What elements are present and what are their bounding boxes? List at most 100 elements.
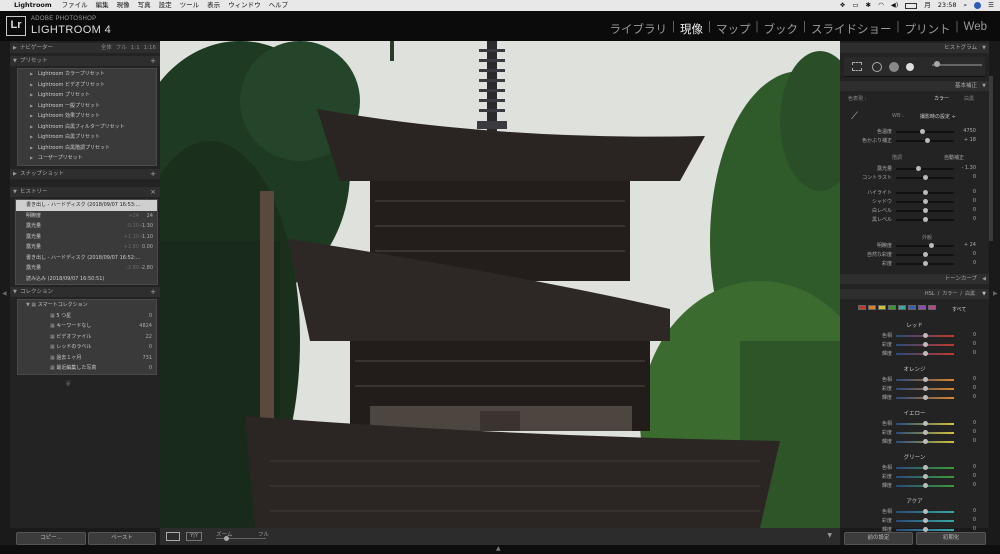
slider-thumb[interactable] (922, 395, 928, 400)
clear-history-icon[interactable]: × (150, 187, 156, 197)
navigator-zoom-option[interactable]: 全体 (101, 45, 112, 51)
histogram-header[interactable]: ヒストグラム ▼ (840, 43, 989, 53)
slider-thumb[interactable] (922, 465, 928, 470)
hsl-slider-track[interactable] (896, 439, 954, 444)
treatment-bw[interactable]: 白黒 (964, 95, 974, 102)
navigator-header[interactable]: ▶ ナビゲーター 全体 フル 1:1 1:16 (10, 43, 160, 53)
slider-track[interactable] (896, 190, 954, 195)
history-step[interactable]: 書き出し - ハードディスク (2018/09/07 16:53:... (16, 200, 157, 211)
snapshot-header[interactable]: ▶ スナップショット + (10, 169, 160, 179)
module-1[interactable]: 現像 (675, 21, 708, 37)
slider-track[interactable] (896, 166, 954, 171)
color-swatch[interactable] (868, 305, 876, 310)
slider-thumb[interactable] (922, 377, 928, 382)
hsl-slider-track[interactable] (896, 351, 954, 356)
preset-folder[interactable]: ▶ Lightroom プリセット (18, 90, 156, 101)
reset-button[interactable]: 初期化 (916, 532, 986, 545)
right-panel-scrollbar[interactable] (989, 76, 993, 241)
history-step[interactable]: 露光量 +2.80 0.00 (16, 242, 157, 253)
preset-folder[interactable]: ▶ Lightroom カラープリセット (18, 69, 156, 80)
copy-button[interactable]: コピー... (16, 532, 86, 545)
slider-thumb[interactable] (922, 518, 928, 523)
navigator-zoom-option[interactable]: 1:1 (131, 45, 140, 51)
smart-collection-item[interactable]: ▦ 最近編集した写真 0 (18, 363, 156, 374)
smart-collection-item[interactable]: ▦ レッドのラベル 0 (18, 342, 156, 353)
menu-item[interactable]: 写真 (138, 0, 151, 11)
previous-button[interactable]: 前の設定 (844, 532, 913, 545)
slider-thumb[interactable] (922, 333, 928, 338)
slider-thumb[interactable] (922, 199, 928, 204)
slider-track[interactable] (896, 243, 954, 248)
navigator-zoom-option[interactable]: 1:16 (144, 45, 156, 51)
slider-track[interactable] (896, 217, 954, 222)
tonecurve-header[interactable]: トーンカーブ ◀ (840, 274, 989, 284)
hsl-tab[interactable]: HSL (925, 291, 935, 297)
slider-thumb[interactable] (922, 190, 928, 195)
history-step[interactable]: 書き出し - ハードディスク (2018/09/07 16:52:... (16, 253, 157, 264)
red-eye-icon[interactable] (889, 62, 899, 72)
add-preset-icon[interactable]: + (150, 56, 156, 66)
hsl-slider-track[interactable] (896, 527, 954, 532)
paste-button[interactable]: ペースト (88, 532, 156, 545)
hsl-slider-track[interactable] (896, 509, 954, 514)
color-swatch[interactable] (918, 305, 926, 310)
module-5[interactable]: プリント (900, 21, 956, 37)
history-step[interactable]: 露光量 -0.20 -1.30 (16, 221, 157, 232)
slider-track[interactable] (896, 261, 954, 266)
slider-thumb[interactable] (922, 175, 928, 180)
smart-collection-item[interactable]: ▦ 5 つ星 0 (18, 311, 156, 322)
slider-thumb[interactable] (922, 261, 928, 266)
radial-filter-icon[interactable] (906, 63, 914, 71)
menu-item[interactable]: 編集 (96, 0, 109, 11)
navigator-zoom-option[interactable]: フル (116, 45, 127, 51)
hsl-slider-track[interactable] (896, 430, 954, 435)
wb-select[interactable]: 撮影時の設定 ÷ (920, 113, 956, 120)
bluetooth-icon[interactable]: ✱ (866, 0, 871, 11)
hsl-slider-track[interactable] (896, 421, 954, 426)
history-step[interactable]: 露光量 +1.10 -1.10 (16, 232, 157, 243)
auto-tone-button[interactable]: 自動補正 (944, 154, 964, 161)
slider-track[interactable] (896, 208, 954, 213)
hsl-slider-track[interactable] (896, 395, 954, 400)
color-swatch[interactable] (858, 305, 866, 310)
hsl-header[interactable]: HSL / カラー / 白黒 ▼ (840, 289, 989, 299)
presets-header[interactable]: ▼ プリセット + (10, 56, 160, 66)
hsl-slider-track[interactable] (896, 333, 954, 338)
add-collection-icon[interactable]: + (150, 287, 156, 297)
slider-thumb[interactable] (922, 208, 928, 213)
menu-time[interactable]: 23:58 (938, 0, 957, 11)
list-icon[interactable]: ☰ (988, 0, 994, 11)
menu-item[interactable]: ウィンドウ (228, 0, 261, 11)
add-snapshot-icon[interactable]: + (150, 169, 156, 179)
history-step[interactable]: 明瞭度 +24 24 (16, 211, 157, 222)
slider-thumb[interactable] (929, 243, 935, 248)
menu-item[interactable]: 現像 (117, 0, 130, 11)
preset-folder[interactable]: ▶ Lightroom 白黒階調プリセット (18, 143, 156, 154)
history-step[interactable]: 読み込み (2018/09/07 16:50:51) (16, 274, 157, 285)
basic-header[interactable]: 基本補正 ▼ (840, 81, 989, 91)
left-panel-toggle-icon[interactable]: ◀ (2, 290, 7, 297)
hsl-tab[interactable]: 白黒 (965, 291, 975, 297)
slider-thumb[interactable] (922, 509, 928, 514)
history-header[interactable]: ▼ ヒストリー × (10, 187, 160, 197)
color-swatch[interactable] (898, 305, 906, 310)
slider-thumb[interactable] (922, 483, 928, 488)
slider-thumb[interactable] (922, 386, 928, 391)
hsl-slider-track[interactable] (896, 386, 954, 391)
menu-item[interactable]: 表示 (207, 0, 220, 11)
color-swatch[interactable] (908, 305, 916, 310)
module-4[interactable]: スライドショー (806, 21, 897, 37)
smart-collection-group[interactable]: ▼ ▦ スマートコレクション (18, 300, 156, 311)
smart-collection-item[interactable]: ▦ ビデオファイル 22 (18, 332, 156, 343)
preset-folder[interactable]: ▶ Lightroom 白黒プリセット (18, 132, 156, 143)
battery-icon[interactable] (905, 2, 918, 9)
slider-thumb[interactable] (922, 439, 928, 444)
menu-item[interactable]: ツール (180, 0, 200, 11)
brush-slider-thumb[interactable] (934, 61, 940, 67)
slider-track[interactable] (896, 175, 954, 180)
module-0[interactable]: ライブラリ (605, 21, 673, 37)
eyedropper-icon[interactable]: ⟋ (851, 111, 861, 125)
photo-canvas[interactable] (160, 41, 840, 528)
menu-item[interactable]: ヘルプ (269, 0, 289, 11)
user-icon[interactable] (974, 2, 982, 9)
